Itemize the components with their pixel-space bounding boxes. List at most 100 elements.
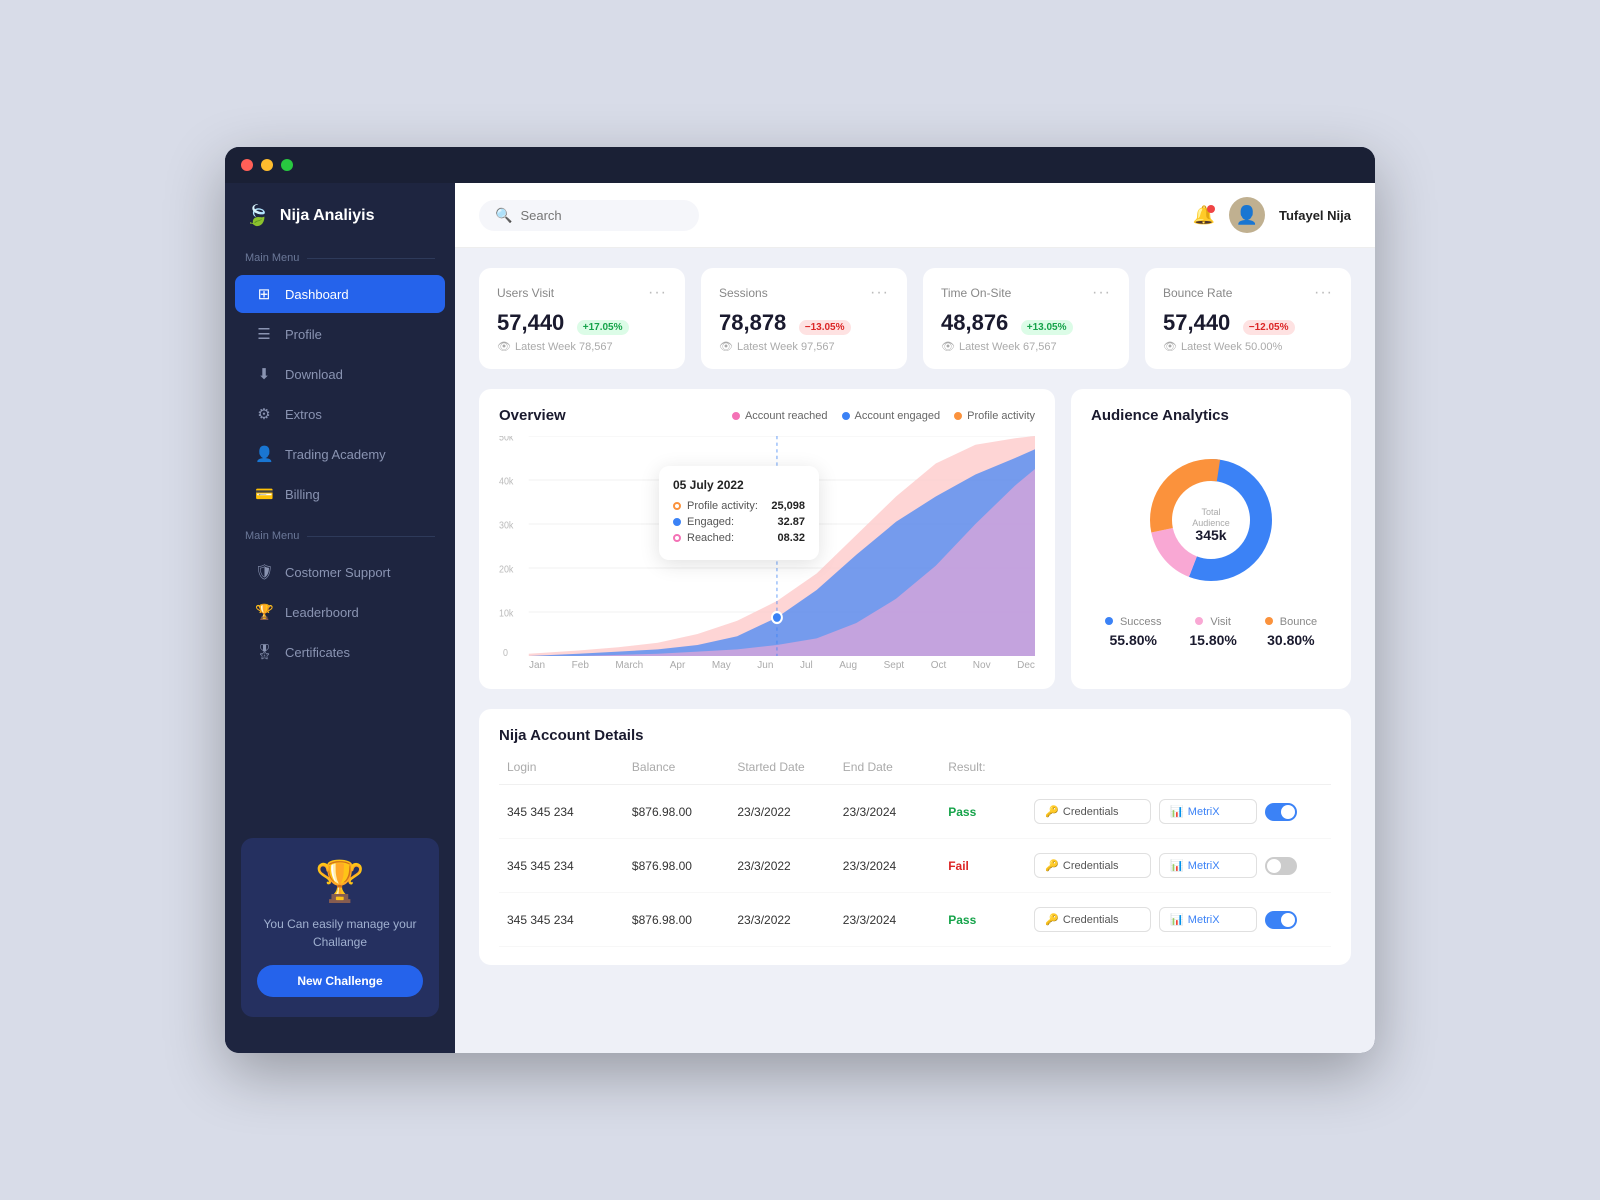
logo-icon: 🍃 [245, 203, 270, 228]
cell-result: Pass [948, 913, 1026, 927]
metrix-button[interactable]: 📊 MetriX [1159, 799, 1256, 824]
new-challenge-button[interactable]: New Challenge [257, 965, 423, 997]
stat-value: 78,878 [719, 310, 786, 335]
minimize-dot[interactable] [261, 159, 273, 171]
toggle-switch[interactable] [1265, 857, 1297, 875]
section-title: Nija Account Details [499, 727, 1331, 744]
stat-card-time-on-site: Time On-Site ··· 48,876 +13.05% 👁 Latest… [923, 268, 1129, 369]
tooltip-value: 08.32 [777, 532, 805, 544]
stat-more-button[interactable]: ··· [870, 284, 889, 302]
cell-end: 23/3/2024 [843, 805, 940, 819]
stat-week-label: Latest Week 67,567 [959, 341, 1057, 353]
aud-value-bounce: 30.80% [1265, 632, 1317, 648]
metrix-button[interactable]: 📊 MetriX [1159, 853, 1256, 878]
cell-balance: $876.98.00 [632, 913, 729, 927]
donut-chart: Total Audience 345k [1131, 440, 1291, 600]
search-input[interactable] [520, 208, 683, 223]
extros-icon: ⚙ [255, 405, 273, 423]
cell-started: 23/3/2022 [737, 859, 834, 873]
legend-account-engaged: Account engaged [842, 410, 941, 422]
stat-more-button[interactable]: ··· [1314, 284, 1333, 302]
sidebar-item-billing[interactable]: 💳 Billing [235, 475, 445, 513]
aud-stat-success: Success 55.80% [1105, 616, 1162, 648]
credentials-button[interactable]: 🔑 Credentials [1034, 799, 1151, 824]
svg-text:0: 0 [503, 647, 508, 656]
sidebar-item-customer-support[interactable]: 🛡 Costomer Support [235, 553, 445, 591]
legend-label: Profile activity [967, 410, 1035, 422]
svg-text:30k: 30k [499, 519, 514, 531]
sidebar-item-trading-academy[interactable]: 👤 Trading Academy [235, 435, 445, 473]
cell-balance: $876.98.00 [632, 859, 729, 873]
cell-login: 345 345 234 [507, 913, 624, 927]
notification-button[interactable]: 🔔 [1193, 205, 1215, 226]
stat-label: Time On-Site [941, 286, 1011, 300]
stat-more-button[interactable]: ··· [1092, 284, 1111, 302]
app-layout: 🍃 Nija Analiyis Main Menu ⊞ Dashboard ☰ … [225, 183, 1375, 1053]
topbar-right: 🔔 👤 Tufayel Nija [1193, 197, 1351, 233]
chart-title: Overview [499, 407, 566, 424]
cell-result: Pass [948, 805, 1026, 819]
cell-end: 23/3/2024 [843, 859, 940, 873]
chart-container: 50k 40k 30k 20k 10k 0 [499, 436, 1035, 656]
credentials-button[interactable]: 🔑 Credentials [1034, 907, 1151, 932]
toggle-switch[interactable] [1265, 803, 1297, 821]
audience-stats: Success 55.80% Visit 15.80% [1091, 616, 1331, 648]
sidebar-item-dashboard[interactable]: ⊞ Dashboard [235, 275, 445, 313]
stat-label: Sessions [719, 286, 768, 300]
aud-value-success: 55.80% [1105, 632, 1162, 648]
key-icon: 🔑 [1045, 913, 1059, 926]
tooltip-label: Engaged: [687, 516, 771, 528]
billing-icon: 💳 [255, 485, 273, 503]
chart-icon: 📊 [1170, 913, 1184, 926]
cell-started: 23/3/2022 [737, 913, 834, 927]
key-icon: 🔑 [1045, 805, 1059, 818]
leaderboard-icon: 🏆 [255, 603, 273, 621]
legend-dot-pink [732, 412, 740, 420]
col-cred [1034, 760, 1151, 774]
stat-label: Bounce Rate [1163, 286, 1232, 300]
maximize-dot[interactable] [281, 159, 293, 171]
toggle-knob [1281, 805, 1295, 819]
sidebar-item-extros[interactable]: ⚙ Extros [235, 395, 445, 433]
sidebar-item-label: Dashboard [285, 287, 349, 302]
x-axis-labels: Jan Feb March Apr May Jun Jul Aug Sept O… [499, 656, 1035, 671]
sidebar-item-certificates[interactable]: 🎖 Certificates [235, 633, 445, 671]
sidebar-item-download[interactable]: ⬇ Download [235, 355, 445, 393]
logo-text: Nija Analiyis [280, 207, 375, 225]
aud-stat-bounce: Bounce 30.80% [1265, 616, 1317, 648]
tooltip-dot [673, 502, 681, 510]
toggle-switch[interactable] [1265, 911, 1297, 929]
chart-header: Overview Account reached Account engaged [499, 407, 1035, 424]
stat-week: 👁 Latest Week 78,567 [497, 340, 667, 353]
legend-dot-salmon [954, 412, 962, 420]
tooltip-label: Reached: [687, 532, 771, 544]
credentials-button[interactable]: 🔑 Credentials [1034, 853, 1151, 878]
eye-icon: 👁 [497, 340, 511, 353]
aud-value-visit: 15.80% [1189, 632, 1236, 648]
sidebar-item-profile[interactable]: ☰ Profile [235, 315, 445, 353]
sidebar-item-leaderboard[interactable]: 🏆 Leaderboord [235, 593, 445, 631]
tooltip-dot [673, 534, 681, 542]
app-window: 🍃 Nija Analiyis Main Menu ⊞ Dashboard ☰ … [225, 147, 1375, 1053]
stat-card-sessions: Sessions ··· 78,878 −13.05% 👁 Latest Wee… [701, 268, 907, 369]
stat-week: 👁 Latest Week 97,567 [719, 340, 889, 353]
close-dot[interactable] [241, 159, 253, 171]
audience-title: Audience Analytics [1091, 407, 1331, 424]
menu-section-1: Main Menu [225, 252, 455, 274]
toggle-knob [1281, 913, 1295, 927]
tooltip-row-reached: Reached: 08.32 [673, 532, 805, 544]
cell-login: 345 345 234 [507, 859, 624, 873]
metrix-button[interactable]: 📊 MetriX [1159, 907, 1256, 932]
stat-week: 👁 Latest Week 67,567 [941, 340, 1111, 353]
cell-result: Fail [948, 859, 1026, 873]
search-box[interactable]: 🔍 [479, 200, 699, 231]
col-started: Started Date [737, 760, 834, 774]
tooltip-label: Profile activity: [687, 500, 765, 512]
tooltip-row-activity: Profile activity: 25,098 [673, 500, 805, 512]
account-section: Nija Account Details Login Balance Start… [479, 709, 1351, 965]
stat-more-button[interactable]: ··· [648, 284, 667, 302]
aud-dot-visit [1195, 617, 1203, 625]
chart-icon: 📊 [1170, 805, 1184, 818]
middle-row: Overview Account reached Account engaged [479, 389, 1351, 689]
content-area: Users Visit ··· 57,440 +17.05% 👁 Latest … [455, 248, 1375, 1053]
